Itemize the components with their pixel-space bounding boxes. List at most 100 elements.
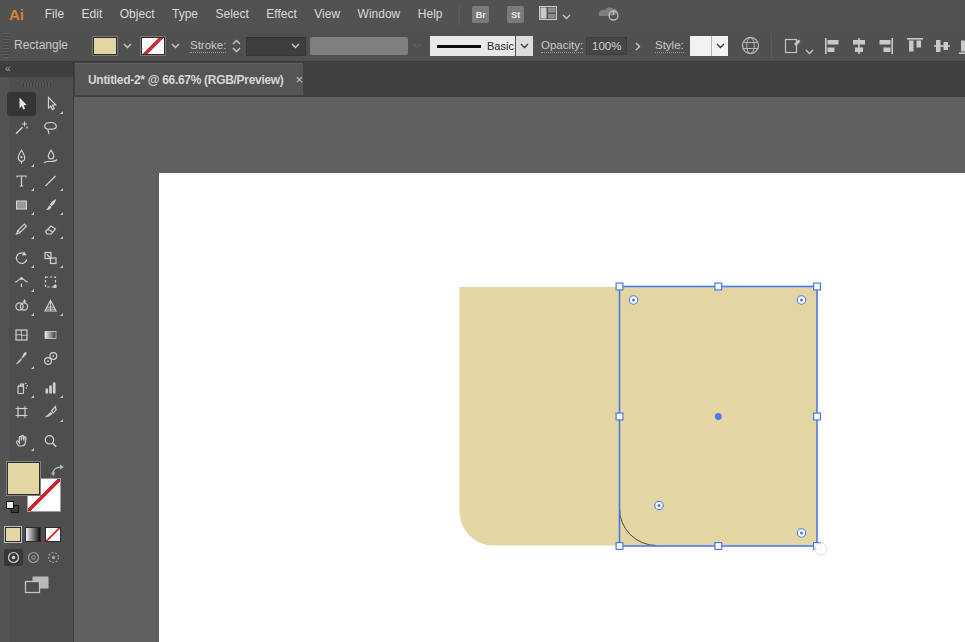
paintbrush-tool[interactable] (36, 193, 65, 217)
hand-tool[interactable] (7, 429, 36, 453)
shaper-tool[interactable] (7, 217, 36, 241)
draw-behind-button[interactable] (24, 549, 43, 566)
fill-color-swatch[interactable] (93, 37, 117, 55)
free-transform-tool[interactable] (36, 270, 65, 294)
zoom-tool[interactable] (36, 429, 65, 453)
drawing-mode-row (4, 549, 73, 566)
direct-selection-tool[interactable] (36, 92, 65, 116)
stroke-style-preview-line (437, 45, 481, 48)
selection-tool[interactable] (7, 92, 36, 116)
fill-stroke-indicator (0, 462, 73, 518)
document-setup-chevron-down-icon[interactable] (805, 41, 814, 59)
menu-type[interactable]: Type (163, 0, 207, 29)
type-tool[interactable] (7, 169, 36, 193)
tool-grid (0, 92, 73, 453)
eyedropper-tool[interactable] (7, 347, 36, 371)
document-tab-title: Untitled-2* @ 66.67% (RGB/Preview) (88, 73, 284, 87)
stroke-style-value: Basic (487, 40, 514, 52)
share-screen-icon[interactable] (597, 4, 621, 26)
stroke-weight-chevron-down-icon[interactable] (287, 37, 303, 55)
document-setup-icon[interactable] (783, 36, 803, 60)
collapse-panel-icon[interactable]: « (5, 63, 10, 74)
bridge-button[interactable]: Br (472, 6, 489, 23)
menu-window[interactable]: Window (349, 0, 409, 29)
menu-object[interactable]: Object (111, 0, 163, 29)
menu-list: FileEditObjectTypeSelectEffectViewWindow… (36, 0, 451, 29)
menu-file[interactable]: File (36, 0, 73, 29)
opacity-field[interactable]: 100% (586, 37, 627, 55)
none-button[interactable] (45, 527, 61, 542)
style-label[interactable]: Style: (655, 39, 684, 53)
align-vertical-center-icon[interactable] (933, 37, 951, 59)
align-vertical-top-icon[interactable] (906, 37, 924, 59)
gradient-button[interactable] (25, 527, 41, 542)
illustrator-logo: Ai (9, 6, 24, 23)
fill-swatch[interactable] (7, 462, 40, 495)
workspace-chevron-down-icon[interactable] (562, 6, 571, 24)
screen-mode-button[interactable] (22, 575, 52, 595)
color-type-row (5, 527, 73, 542)
align-vertical-bottom-icon[interactable] (958, 37, 965, 59)
perspective-grid-tool[interactable] (36, 294, 65, 318)
column-graph-tool[interactable] (36, 376, 65, 400)
tools-panel: « (0, 62, 74, 642)
tab-close-icon[interactable]: × (296, 73, 304, 86)
recolor-artwork-icon[interactable] (740, 35, 761, 60)
canvas-area[interactable] (74, 97, 965, 642)
slice-tool[interactable] (36, 400, 65, 424)
rectangle-tool[interactable] (7, 193, 36, 217)
opacity-label[interactable]: Opacity: (541, 39, 583, 53)
stroke-weight-label[interactable]: Stroke: (190, 39, 226, 53)
graphic-style-swatch[interactable] (690, 36, 711, 56)
stroke-color-swatch[interactable] (141, 37, 165, 55)
default-fill-stroke-icon[interactable] (6, 501, 19, 513)
menu-bar: Ai FileEditObjectTypeSelectEffectViewWin… (0, 0, 965, 29)
menu-select[interactable]: Select (207, 0, 258, 29)
align-horizontal-left-icon[interactable] (824, 37, 842, 59)
mesh-tool[interactable] (7, 323, 36, 347)
workspace-layout-icon[interactable] (539, 6, 557, 24)
pen-tool[interactable] (7, 145, 36, 169)
brush-definition-dropdown[interactable] (310, 37, 408, 55)
opacity-expand-arrow[interactable] (631, 37, 645, 55)
swap-fill-stroke-icon[interactable] (51, 463, 65, 481)
magic-wand-tool[interactable] (7, 116, 36, 140)
eraser-tool[interactable] (36, 217, 65, 241)
draw-normal-button[interactable] (4, 549, 23, 566)
tools-panel-header: « (0, 62, 73, 77)
menu-view[interactable]: View (306, 0, 349, 29)
lasso-tool[interactable] (36, 116, 65, 140)
fill-chevron-down-icon[interactable] (119, 37, 135, 55)
stroke-style-chevron-down-icon[interactable] (516, 36, 533, 56)
gradient-tool[interactable] (36, 323, 65, 347)
curvature-tool[interactable] (36, 145, 65, 169)
graphic-style-chevron-down-icon[interactable] (711, 36, 728, 56)
stock-button[interactable]: St (507, 6, 524, 23)
scale-tool[interactable] (36, 246, 65, 270)
document-tab[interactable]: Untitled-2* @ 66.67% (RGB/Preview) × (75, 63, 303, 95)
artboard-tool[interactable] (7, 400, 36, 424)
draw-inside-button[interactable] (44, 549, 63, 566)
menu-effect[interactable]: Effect (258, 0, 306, 29)
rotate-tool[interactable] (7, 246, 36, 270)
stroke-chevron-down-icon[interactable] (167, 37, 183, 55)
align-horizontal-right-icon[interactable] (876, 37, 894, 59)
shape-builder-tool[interactable] (7, 294, 36, 318)
artboard[interactable] (159, 173, 965, 642)
selection-type-label: Rectangle (14, 29, 68, 62)
menu-edit[interactable]: Edit (73, 0, 111, 29)
line-segment-tool[interactable] (36, 169, 65, 193)
control-bar-grip[interactable] (3, 33, 9, 58)
stroke-weight-stepper[interactable] (229, 37, 243, 55)
control-bar: Rectangle Stroke: Basic Opacity: 100% St… (0, 29, 965, 62)
document-tab-bar: Untitled-2* @ 66.67% (RGB/Preview) × (74, 62, 965, 97)
stroke-style-dropdown[interactable]: Basic (430, 36, 515, 56)
align-horizontal-center-icon[interactable] (850, 37, 868, 59)
symbol-sprayer-tool[interactable] (7, 376, 36, 400)
menubar-separator (459, 5, 460, 25)
blend-tool[interactable] (36, 347, 65, 371)
tools-panel-grip[interactable] (23, 83, 51, 87)
color-button[interactable] (5, 527, 21, 542)
width-tool[interactable] (7, 270, 36, 294)
menu-help[interactable]: Help (409, 0, 451, 29)
